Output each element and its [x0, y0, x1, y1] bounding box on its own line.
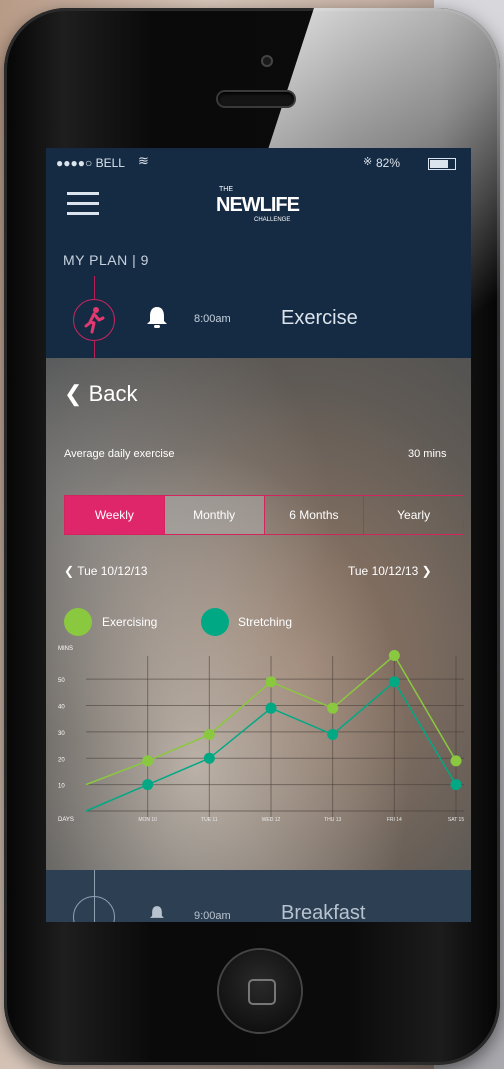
battery-percent: 82% — [376, 156, 401, 170]
breakfast-activity-icon — [73, 896, 115, 922]
logo-small-text: THE — [219, 186, 233, 193]
x-tick-label: SAT 15 — [448, 817, 464, 823]
reminder-bell-icon — [148, 904, 166, 922]
back-button[interactable]: ❮ Back — [64, 381, 137, 407]
battery-icon — [428, 158, 456, 170]
speaker-grille — [218, 92, 294, 106]
camera-icon — [261, 55, 273, 67]
data-point-exercising — [265, 676, 277, 688]
period-tabs: Weekly Monthly 6 Months Yearly — [64, 495, 464, 535]
data-point-exercising — [327, 702, 339, 714]
logo-sub-text: CHALLENGE — [254, 217, 291, 223]
tab-weekly[interactable]: Weekly — [65, 496, 165, 534]
x-tick-label: THU 13 — [324, 817, 341, 823]
event-time: 8:00am — [194, 313, 231, 325]
legend-stretching-label: Stretching — [238, 615, 293, 629]
data-point-stretching — [450, 779, 462, 791]
next-event-row[interactable]: 9:00am Breakfast — [46, 870, 471, 922]
chevron-right-icon: ❯ — [421, 564, 432, 578]
y-tick-label: 20 — [58, 757, 65, 763]
exercise-line-chart: 50 40 30 20 10 MINS DAYS MON 10 TUE 11 WED 12 THU … — [58, 646, 464, 823]
wifi-icon: ≋ — [138, 153, 149, 168]
data-point-stretching — [142, 779, 154, 791]
data-point-stretching — [327, 729, 339, 741]
legend-exercising-label: Exercising — [102, 615, 158, 629]
next-event-time: 9:00am — [194, 910, 231, 922]
bluetooth-icon: ※ — [363, 156, 373, 168]
date-start-label: Tue 10/12/13 — [77, 564, 148, 578]
battery-fill — [430, 160, 449, 168]
x-tick-label: FRI 14 — [387, 817, 402, 823]
x-axis-label: DAYS — [58, 817, 74, 823]
back-label: Back — [88, 381, 138, 406]
chevron-left-icon: ❮ — [64, 564, 75, 578]
event-title: Exercise — [281, 307, 358, 329]
y-tick-label: 10 — [58, 784, 65, 790]
exercise-activity-icon[interactable] — [73, 299, 115, 341]
tab-6-months[interactable]: 6 Months — [265, 496, 365, 534]
next-event-title: Breakfast — [281, 902, 366, 922]
legend-exercising-swatch — [64, 608, 92, 636]
data-point-exercising — [388, 649, 400, 661]
reminder-bell-icon[interactable] — [144, 304, 170, 330]
chevron-left-icon: ❮ — [64, 381, 83, 406]
data-point-stretching — [388, 676, 400, 688]
carrier-label: ●●●●○ BELL — [56, 156, 125, 170]
data-point-exercising — [450, 755, 462, 767]
legend-stretching-swatch — [201, 608, 229, 636]
y-tick-label: 40 — [58, 705, 65, 711]
data-point-exercising — [203, 729, 215, 741]
app-logo: THE NEWLIFE CHALLENGE — [216, 186, 316, 228]
data-point-stretching — [203, 752, 215, 764]
tab-yearly[interactable]: Yearly — [364, 496, 463, 534]
average-exercise-label: Average daily exercise — [64, 448, 175, 460]
y-tick-label: 30 — [58, 731, 65, 737]
tab-monthly[interactable]: Monthly — [164, 496, 265, 534]
x-tick-label: TUE 11 — [201, 817, 218, 823]
home-square-icon — [248, 979, 276, 1005]
date-range-end[interactable]: Tue 10/12/13 ❯ — [348, 564, 432, 578]
date-range-start[interactable]: ❮ Tue 10/12/13 — [64, 564, 147, 578]
average-exercise-value: 30 mins — [408, 448, 447, 460]
exercise-detail-panel: ❮ Back Average daily exercise 30 mins We… — [46, 358, 471, 870]
x-tick-label: WED 12 — [262, 817, 281, 823]
menu-icon[interactable] — [67, 192, 99, 216]
data-point-exercising — [142, 755, 154, 767]
plan-section-label: MY PLAN | 9 — [63, 252, 149, 268]
date-end-label: Tue 10/12/13 — [348, 564, 419, 578]
logo-main-text: NEWLIFE — [216, 194, 300, 216]
y-tick-label: 50 — [58, 678, 65, 684]
y-axis-label: MINS — [58, 646, 73, 652]
data-point-stretching — [265, 702, 277, 714]
app-screen: ●●●●○ BELL ≋ ※ 82% THE NEWLIFE CHALLENGE… — [46, 148, 471, 922]
status-bar: ●●●●○ BELL ≋ ※ 82% — [46, 148, 471, 176]
x-tick-label: MON 10 — [138, 817, 157, 823]
